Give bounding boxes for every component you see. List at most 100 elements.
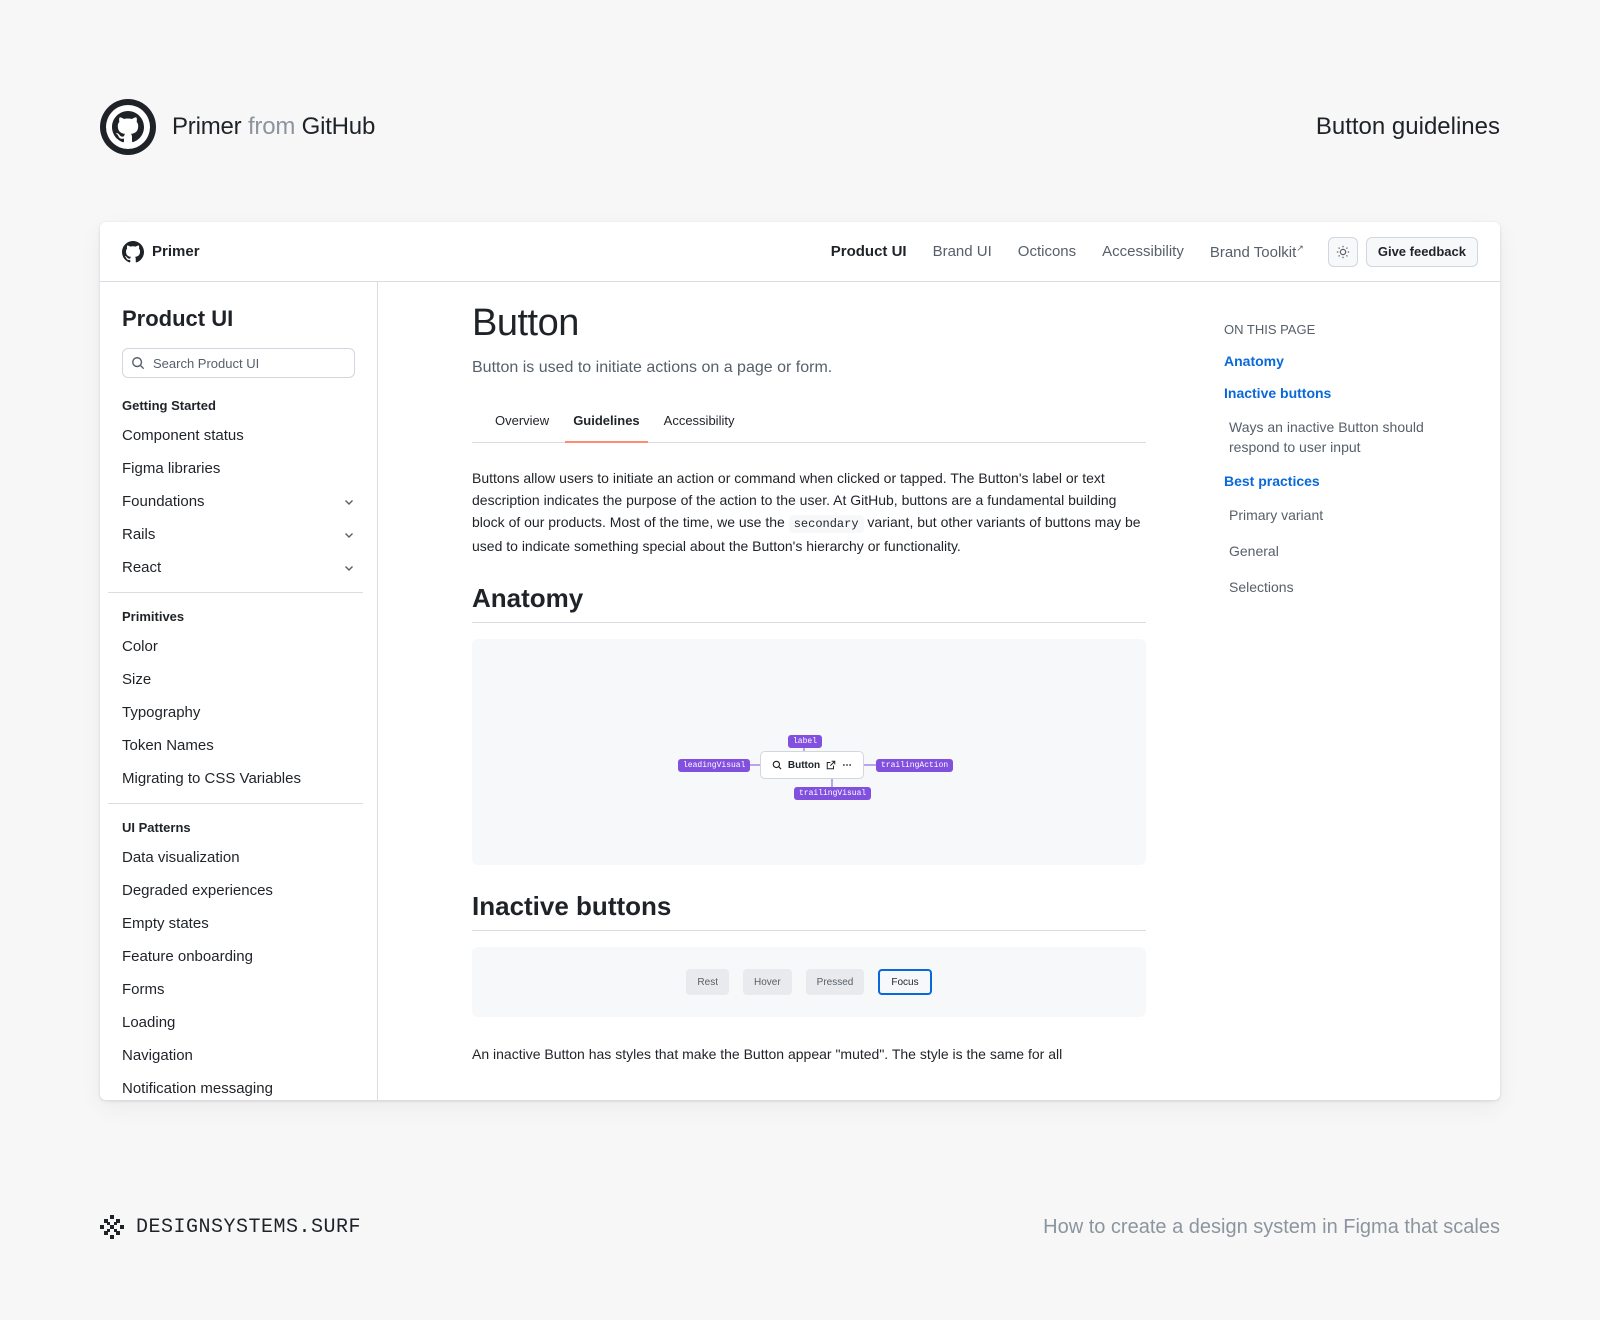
sidebar-item-label: Notification messaging — [122, 1080, 273, 1097]
brand-primary: Primer — [172, 113, 242, 140]
tab-bar: Overview Guidelines Accessibility — [472, 399, 1146, 443]
sidebar-item-rails[interactable]: Rails — [122, 518, 355, 551]
github-mark-icon — [122, 240, 144, 262]
nav-link-octicons[interactable]: Octicons — [1018, 243, 1076, 260]
brand-text: Primer from GitHub — [172, 113, 375, 141]
toc-link-general[interactable]: General — [1229, 541, 1444, 561]
sidebar-item-loading[interactable]: Loading — [122, 1006, 355, 1039]
anatomy-figure: label leadingVisual trailingAction trail… — [472, 639, 1146, 865]
github-logo-icon — [100, 99, 156, 155]
sun-icon — [1336, 245, 1349, 258]
sidebar-item-navigation[interactable]: Navigation — [122, 1039, 355, 1072]
sidebar-item-color[interactable]: Color — [122, 630, 355, 663]
anatomy-button-label: Button — [787, 759, 821, 771]
inline-code-secondary: secondary — [788, 515, 864, 533]
sidebar-item-notification-messaging[interactable]: Notification messaging — [122, 1072, 355, 1100]
external-link-icon — [826, 760, 836, 770]
sidebar-item-label: Navigation — [122, 1047, 193, 1064]
sidebar-item-empty-states[interactable]: Empty states — [122, 907, 355, 940]
anatomy-tag-trailing-action: trailingAction — [876, 759, 954, 772]
sidebar-item-feature-onboarding[interactable]: Feature onboarding — [122, 940, 355, 973]
sidebar-item-component-status[interactable]: Component status — [122, 419, 355, 452]
nav-link-product-ui[interactable]: Product UI — [831, 243, 907, 260]
sidebar-item-degraded-experiences[interactable]: Degraded experiences — [122, 874, 355, 907]
nav-logo-text: Primer — [152, 243, 200, 260]
outer-header: Primer from GitHub Button guidelines — [100, 98, 1500, 156]
toc-link-best-practices[interactable]: Best practices — [1224, 473, 1444, 489]
toc-link-inactive-sub[interactable]: Ways an inactive Button should respond t… — [1229, 417, 1444, 457]
main-content: Button Button is used to initiate action… — [472, 282, 1146, 1065]
external-link-icon: ↗ — [1296, 242, 1304, 253]
sidebar-item-react[interactable]: React — [122, 551, 355, 584]
sidebar-item-migrating-css-variables[interactable]: Migrating to CSS Variables — [122, 762, 355, 795]
brand-from: from — [247, 113, 296, 140]
brand-github: GitHub — [301, 113, 376, 140]
theme-toggle-button[interactable] — [1327, 236, 1358, 267]
toc-link-anatomy[interactable]: Anatomy — [1224, 353, 1444, 369]
nav-logo[interactable]: Primer — [122, 240, 200, 263]
toc-link-primary-variant[interactable]: Primary variant — [1229, 505, 1444, 525]
brand: Primer from GitHub — [100, 99, 375, 155]
sidebar-item-label: Migrating to CSS Variables — [122, 770, 301, 787]
anatomy-button-example: Button — [760, 751, 864, 779]
page-label: Button guidelines — [1315, 113, 1500, 140]
sidebar-item-label: Data visualization — [122, 849, 240, 866]
sidebar-item-label: Loading — [122, 1014, 176, 1031]
state-hover: Hover — [742, 969, 792, 995]
designsystems-logo-icon — [100, 1215, 124, 1239]
tab-overview[interactable]: Overview — [487, 399, 557, 442]
sidebar-item-label: Typography — [122, 704, 201, 721]
search-input[interactable]: Search Product UI — [122, 348, 355, 378]
sidebar-group-getting-started: Getting Started — [122, 398, 216, 413]
nav-link-brand-toolkit[interactable]: Brand Toolkit↗ — [1210, 243, 1304, 261]
anatomy-tag-trailing-visual: trailingVisual — [794, 787, 872, 800]
tab-accessibility[interactable]: Accessibility — [656, 399, 743, 442]
chevron-down-icon — [345, 565, 353, 571]
sidebar-item-label: Feature onboarding — [122, 948, 253, 965]
nav-links: Product UI Brand UI Octicons Accessibili… — [831, 236, 1358, 267]
sidebar-title: Product UI — [122, 306, 234, 331]
sidebar-item-label: Figma libraries — [122, 460, 221, 477]
on-this-page-toc: ON THIS PAGE Anatomy Inactive buttons Wa… — [1224, 322, 1444, 613]
search-placeholder: Search Product UI — [153, 355, 260, 371]
designsystems-brand: DESIGNSYSTEMS.SURF — [100, 1215, 361, 1239]
sidebar-item-label: Empty states — [122, 915, 209, 932]
state-rest: Rest — [686, 969, 729, 995]
sidebar-item-token-names[interactable]: Token Names — [122, 729, 355, 762]
sidebar-divider — [108, 592, 363, 593]
footer-caption: How to create a design system in Figma t… — [1043, 1215, 1500, 1238]
sidebar-item-label: Size — [122, 671, 152, 688]
sidebar-item-typography[interactable]: Typography — [122, 696, 355, 729]
sidebar-item-data-visualization[interactable]: Data visualization — [122, 841, 355, 874]
sidebar-item-label: Rails — [122, 526, 156, 543]
sidebar-group-ui-patterns: UI Patterns — [122, 820, 191, 835]
state-pressed: Pressed — [805, 969, 865, 995]
chevron-down-icon — [345, 532, 353, 538]
top-nav: Primer Product UI Brand UI Octicons Acce… — [100, 222, 1500, 282]
give-feedback-button[interactable]: Give feedback — [1365, 236, 1478, 267]
nav-link-accessibility[interactable]: Accessibility — [1102, 243, 1184, 260]
sidebar-item-size[interactable]: Size — [122, 663, 355, 696]
page-title: Button — [472, 302, 579, 344]
inactive-paragraph: An inactive Button has styles that make … — [472, 1046, 1063, 1062]
intro-paragraph: Buttons allow users to initiate an actio… — [472, 467, 1146, 557]
toc-heading: ON THIS PAGE — [1224, 322, 1316, 337]
sidebar: Product UI Search Product UI Getting Sta… — [100, 282, 378, 1100]
sidebar-item-forms[interactable]: Forms — [122, 973, 355, 1006]
nav-link-brand-ui[interactable]: Brand UI — [933, 243, 992, 260]
chevron-down-icon — [345, 499, 353, 505]
tab-guidelines[interactable]: Guidelines — [565, 399, 649, 443]
sidebar-item-label: Degraded experiences — [122, 882, 273, 899]
toc-link-selections[interactable]: Selections — [1229, 577, 1444, 597]
nav-link-brand-toolkit-label: Brand Toolkit — [1209, 243, 1297, 261]
toc-link-inactive-buttons[interactable]: Inactive buttons — [1224, 385, 1444, 401]
sidebar-item-foundations[interactable]: Foundations — [122, 485, 355, 518]
sidebar-item-figma-libraries[interactable]: Figma libraries — [122, 452, 355, 485]
anatomy-tag-leading-visual: leadingVisual — [678, 759, 751, 772]
page-lede: Button is used to initiate actions on a … — [472, 359, 833, 376]
sidebar-item-label: Foundations — [122, 493, 205, 510]
sidebar-item-label: React — [122, 559, 162, 576]
inactive-buttons-heading: Inactive buttons — [472, 891, 1146, 931]
state-focus: Focus — [878, 969, 932, 995]
browser-frame: Primer Product UI Brand UI Octicons Acce… — [100, 222, 1500, 1100]
